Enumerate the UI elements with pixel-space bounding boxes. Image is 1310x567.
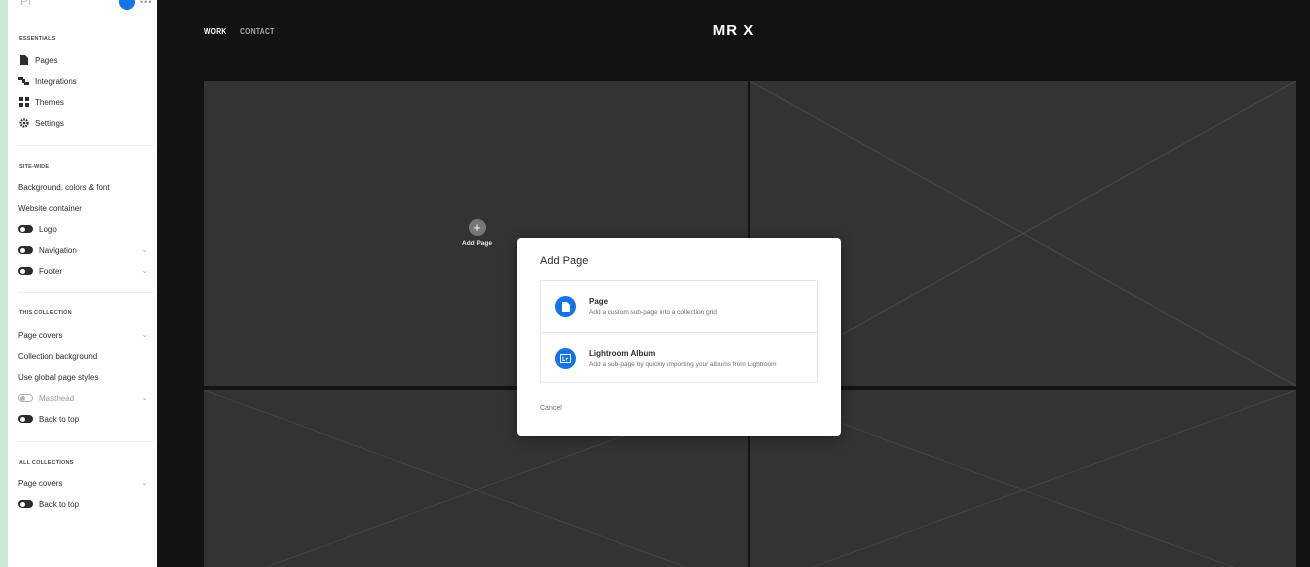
section-heading-site-wide: SITE-WIDE (19, 164, 50, 170)
lightroom-icon (555, 347, 576, 369)
site-title: MR X (712, 22, 755, 39)
add-page-label: Add Page (462, 240, 492, 247)
chevron-down-icon[interactable]: ⌄ (141, 478, 148, 487)
chevron-down-icon[interactable]: ⌄ (141, 245, 148, 254)
option-description: Add a custom sub-page into a collection … (589, 309, 717, 316)
sidebar-item-logo[interactable]: Logo (18, 220, 148, 238)
sidebar-item-label: Pages (35, 55, 58, 65)
option-title: Page (589, 297, 609, 306)
sidebar-item-footer[interactable]: Footer ⌄ (18, 262, 148, 280)
chevron-down-icon[interactable]: ⌄ (141, 330, 148, 339)
sidebar-item-page-covers[interactable]: Page covers ⌄ (18, 326, 148, 344)
chevron-down-icon[interactable]: ⌄ (141, 266, 148, 275)
add-page-dialog: Add Page Page Add a custom sub-page into… (517, 238, 841, 436)
section-heading-all-collections: ALL COLLECTIONS (19, 460, 74, 466)
footer-toggle[interactable] (18, 267, 33, 275)
sidebar-item-back-to-top[interactable]: Back to top (18, 410, 148, 428)
sidebar: Pf ••• ESSENTIALS Pages Integrations The… (8, 0, 157, 567)
plus-icon: + (468, 219, 486, 236)
back-to-top-toggle[interactable] (18, 415, 33, 423)
more-icon[interactable]: ••• (140, 0, 152, 7)
sidebar-item-label: Page covers (18, 478, 63, 488)
option-lightroom-album[interactable]: Lightroom Album Add a sub-page by quickl… (541, 332, 817, 383)
sidebar-item-background-colors-font[interactable]: Background, colors & font (18, 178, 148, 196)
portfolio-logo[interactable]: Pf (20, 0, 31, 8)
sidebar-item-label: Back to top (39, 499, 80, 509)
integrations-icon (18, 76, 29, 86)
masthead-toggle[interactable] (18, 394, 33, 402)
page-icon (18, 55, 29, 65)
section-heading-essentials: ESSENTIALS (19, 36, 56, 42)
sidebar-item-integrations[interactable]: Integrations (18, 72, 148, 90)
sidebar-item-label: Page covers (18, 330, 63, 340)
sidebar-item-label: Back to top (39, 414, 80, 424)
sidebar-item-label: Use global page styles (18, 372, 99, 382)
sidebar-item-label: Integrations (35, 76, 77, 86)
option-page[interactable]: Page Add a custom sub-page into a collec… (541, 281, 817, 332)
sidebar-item-label: Background, colors & font (18, 182, 110, 192)
chevron-down-icon[interactable]: ⌄ (141, 393, 148, 402)
sidebar-item-themes[interactable]: Themes (18, 93, 148, 111)
sidebar-item-label: Website container (18, 203, 82, 213)
page-icon (555, 296, 576, 317)
cancel-button[interactable]: Cancel (540, 405, 562, 412)
sidebar-item-use-global-page-styles[interactable]: Use global page styles (18, 368, 148, 386)
sidebar-item-website-container[interactable]: Website container (18, 199, 148, 217)
sidebar-item-navigation[interactable]: Navigation ⌄ (18, 241, 148, 259)
all-back-to-top-toggle[interactable] (18, 500, 33, 508)
option-description: Add a sub-page by quickly importing your… (589, 360, 777, 368)
option-title: Lightroom Album (589, 348, 656, 358)
dialog-title: Add Page (540, 255, 589, 267)
sidebar-item-all-back-to-top[interactable]: Back to top (18, 495, 148, 513)
divider (18, 292, 153, 293)
sidebar-item-label: Masthead (39, 393, 75, 403)
gear-icon (18, 118, 29, 128)
sidebar-item-collection-background[interactable]: Collection background (18, 347, 148, 365)
sidebar-item-settings[interactable]: Settings (18, 114, 148, 132)
logo-toggle[interactable] (18, 225, 33, 233)
sidebar-item-pages[interactable]: Pages (18, 51, 148, 69)
section-heading-this-collection: THIS COLLECTION (19, 310, 72, 316)
sidebar-item-label: Collection background (18, 351, 98, 361)
add-page-button[interactable]: + Add Page (451, 219, 503, 247)
sidebar-item-all-page-covers[interactable]: Page covers ⌄ (18, 474, 148, 492)
sidebar-item-masthead[interactable]: Masthead ⌄ (18, 389, 148, 407)
divider (18, 441, 153, 442)
avatar[interactable] (119, 0, 135, 10)
themes-icon (18, 97, 29, 107)
sidebar-item-label: Footer (39, 266, 63, 276)
sidebar-item-label: Logo (39, 224, 57, 234)
sidebar-header: Pf ••• (18, 0, 153, 12)
divider (18, 145, 153, 146)
sidebar-item-label: Navigation (39, 245, 77, 255)
page-type-options: Page Add a custom sub-page into a collec… (540, 280, 818, 383)
navigation-toggle[interactable] (18, 246, 33, 254)
sidebar-item-label: Settings (35, 118, 64, 128)
sidebar-item-label: Themes (35, 97, 64, 107)
